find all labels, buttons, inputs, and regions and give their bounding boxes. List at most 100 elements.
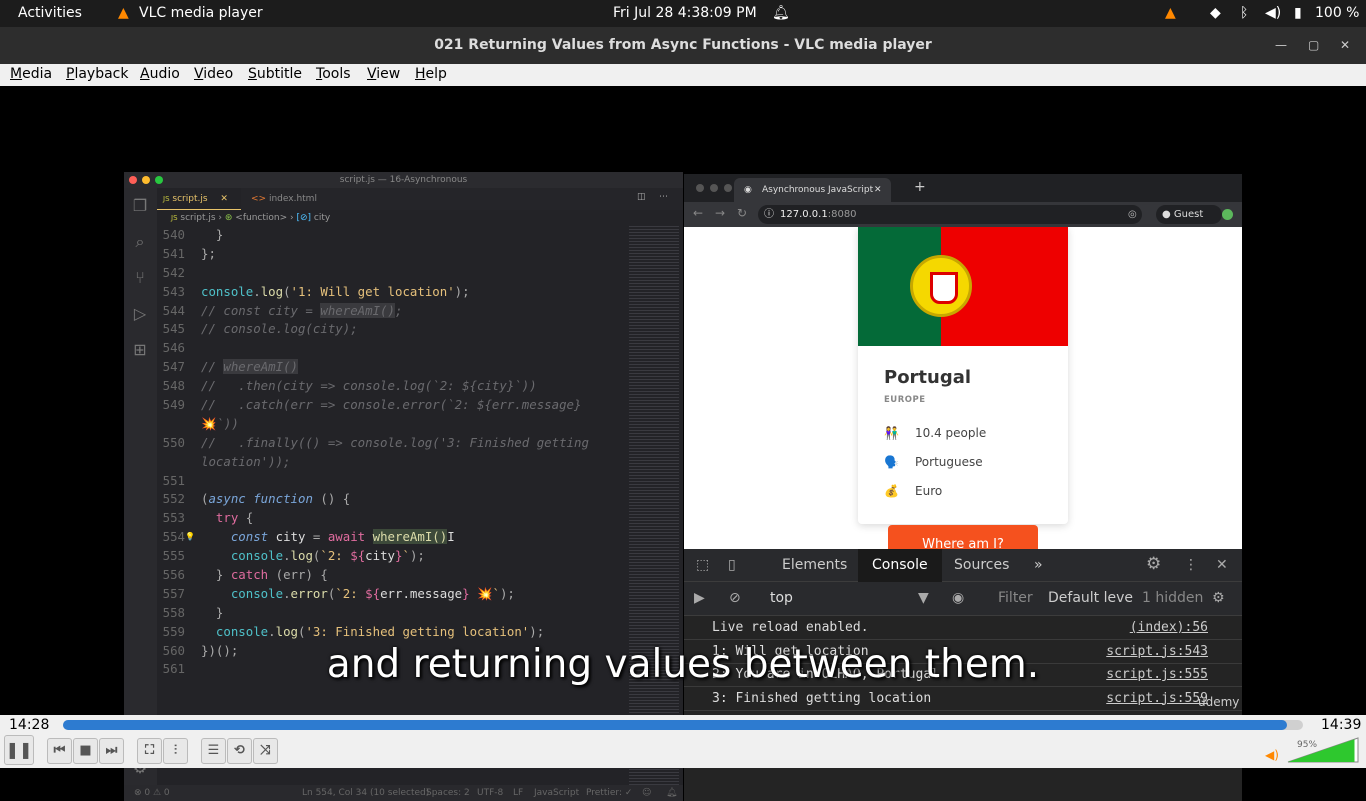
feedback-icon[interactable]: ☺ (642, 785, 651, 801)
eye-icon[interactable]: ◉ (952, 590, 964, 606)
menu-media[interactable]: Media (10, 66, 52, 82)
app-menu[interactable]: VLC media player (139, 5, 263, 21)
next-button[interactable]: ⏭︎ (99, 738, 124, 764)
tab-console[interactable]: Console (858, 549, 942, 582)
fullscreen-button[interactable]: ⛶ (137, 738, 162, 764)
menu-help[interactable]: Help (415, 66, 447, 82)
more-actions-icon[interactable]: ⋯ (659, 192, 668, 202)
sidebar-toggle-icon[interactable]: ▶︎ (694, 590, 705, 606)
clear-console-icon[interactable]: ⊘ (729, 590, 741, 606)
stop-button[interactable]: ■ (73, 738, 98, 764)
code-line[interactable]: 558 } (157, 604, 627, 623)
activities-button[interactable]: Activities (18, 5, 82, 21)
address-bar[interactable]: ⓘ 127.0.0.1:8080 ◎ (758, 205, 1142, 224)
code-line[interactable]: 547 // whereAmI() (157, 358, 627, 377)
settings-gear-icon[interactable]: ⚙ (1146, 554, 1161, 574)
explorer-icon[interactable]: ❐ (131, 196, 149, 215)
location-icon[interactable]: ◎ (1128, 205, 1137, 224)
code-line[interactable]: 552 (async function () { (157, 490, 627, 509)
source-link[interactable]: script.js:559 (1106, 687, 1208, 711)
code-line[interactable]: 548 // .then(city => console.log(`2: ${ci… (157, 377, 627, 396)
browser-tab[interactable]: ◉ Asynchronous JavaScript ✕ (734, 178, 891, 202)
code-line[interactable]: 559 console.log('3: Finished getting loc… (157, 623, 627, 642)
split-editor-icon[interactable]: ◫ (637, 192, 646, 202)
close-tab-icon[interactable]: ✕ (874, 178, 882, 202)
minimize-button[interactable]: — (1275, 27, 1287, 64)
extended-settings-button[interactable]: ⫶ (163, 738, 188, 764)
shuffle-button[interactable]: ⤨ (253, 738, 278, 764)
maximize-button[interactable]: ▢ (1308, 27, 1319, 64)
forward-icon[interactable]: → (715, 206, 725, 220)
code-line[interactable]: 540 } (157, 226, 627, 245)
search-icon[interactable]: ⌕ (131, 232, 149, 251)
profile-button[interactable]: ● Guest (1156, 205, 1222, 224)
log-levels-dropdown[interactable]: Default levels (1048, 590, 1134, 606)
menu-tools[interactable]: Tools (316, 66, 351, 82)
breadcrumb-variable[interactable]: city (314, 213, 330, 223)
menu-playback[interactable]: Playback (66, 66, 128, 82)
tab-index-html[interactable]: <> index.html (245, 188, 323, 210)
line-endings[interactable]: LF (513, 785, 523, 801)
console-settings-icon[interactable]: ⚙ (1212, 590, 1225, 606)
code-line[interactable]: 543 console.log('1: Will get location'); (157, 283, 627, 302)
code-line[interactable]: location')); (157, 453, 627, 472)
code-line[interactable]: 556 } catch (err) { (157, 566, 627, 585)
seek-bar[interactable] (63, 720, 1303, 730)
playlist-button[interactable]: ☰ (201, 738, 226, 764)
clock[interactable]: Fri Jul 28 4:38:09 PM (613, 5, 757, 21)
menu-subtitle[interactable]: Subtitle (248, 66, 302, 82)
breadcrumb-function[interactable]: <function> (235, 213, 287, 223)
device-toolbar-icon[interactable]: ▯ (728, 557, 736, 573)
code-line[interactable]: 551 (157, 472, 627, 491)
prettier-status[interactable]: Prettier: ✓ (586, 785, 632, 801)
chevron-down-icon[interactable]: ▼ (918, 590, 929, 606)
context-selector[interactable]: top (770, 590, 793, 606)
code-line[interactable]: 553 try { (157, 509, 627, 528)
tab-elements[interactable]: Elements (782, 557, 847, 573)
menu-audio[interactable]: Audio (140, 66, 180, 82)
cursor-position[interactable]: Ln 554, Col 34 (10 selected) (302, 785, 429, 801)
notifications-icon[interactable]: 🔔︎ (666, 785, 677, 801)
code-line[interactable]: 💥`)) (157, 415, 627, 434)
more-options-icon[interactable]: ⋮ (1184, 557, 1198, 573)
menu-video[interactable]: Video (194, 66, 233, 82)
code-line[interactable]: 554 const city = await whereAmI()I 💡 (157, 528, 627, 547)
code-line[interactable]: 544 // const city = whereAmI(); (157, 302, 627, 321)
vlc-tray-icon[interactable]: ▲ (1165, 5, 1176, 21)
volume-slider[interactable]: 95% (1287, 737, 1359, 763)
pause-button[interactable]: ❚❚ (4, 735, 34, 765)
video-area[interactable]: script.js — 16-Asynchronous ❐ ⌕ ⑂ ▷ ⊞ ◯ … (0, 86, 1366, 801)
lightbulb-icon[interactable]: 💡 (185, 528, 195, 547)
code-line[interactable]: 542 (157, 264, 627, 283)
breadcrumb-file[interactable]: script.js (180, 213, 215, 223)
encoding[interactable]: UTF-8 (477, 785, 503, 801)
close-button[interactable]: ✕ (1340, 27, 1350, 64)
filter-input[interactable]: Filter (998, 590, 1033, 606)
loop-button[interactable]: ⟲ (227, 738, 252, 764)
language-mode[interactable]: JavaScript (534, 785, 579, 801)
more-tabs-button[interactable]: » (1034, 557, 1043, 573)
code-line[interactable]: 555 console.log(`2: ${city}`); (157, 547, 627, 566)
reload-icon[interactable]: ↻ (737, 206, 747, 220)
source-control-icon[interactable]: ⑂ (131, 268, 149, 287)
code-line[interactable]: 557 console.error(`2: ${err.message} 💥`)… (157, 585, 627, 604)
run-debug-icon[interactable]: ▷ (131, 304, 149, 323)
code-line[interactable]: 549 // .catch(err => console.error(`2: ${… (157, 396, 627, 415)
back-icon[interactable]: ← (693, 206, 703, 220)
new-tab-button[interactable]: + (914, 179, 926, 195)
code-editor[interactable]: 540 } 541}; 542 543 console.log('1: Will get… (157, 226, 627, 786)
tab-script-js[interactable]: JS script.js ✕ (157, 188, 241, 210)
close-devtools-icon[interactable]: ✕ (1216, 557, 1228, 573)
close-tab-icon[interactable]: ✕ (220, 194, 228, 204)
indentation[interactable]: Spaces: 2 (426, 785, 470, 801)
previous-button[interactable]: ⏮︎ (47, 738, 72, 764)
code-line[interactable]: 545 // console.log(city); (157, 320, 627, 339)
source-link[interactable]: (index):56 (1130, 616, 1208, 640)
where-am-i-button[interactable]: Where am I? (888, 525, 1038, 549)
tab-sources[interactable]: Sources (954, 557, 1009, 573)
update-icon[interactable] (1222, 209, 1233, 220)
code-line[interactable]: 546 (157, 339, 627, 358)
menu-view[interactable]: View (367, 66, 400, 82)
volume-speaker-icon[interactable]: ◀) (1265, 748, 1279, 762)
inspect-element-icon[interactable]: ⬚ (696, 557, 709, 573)
